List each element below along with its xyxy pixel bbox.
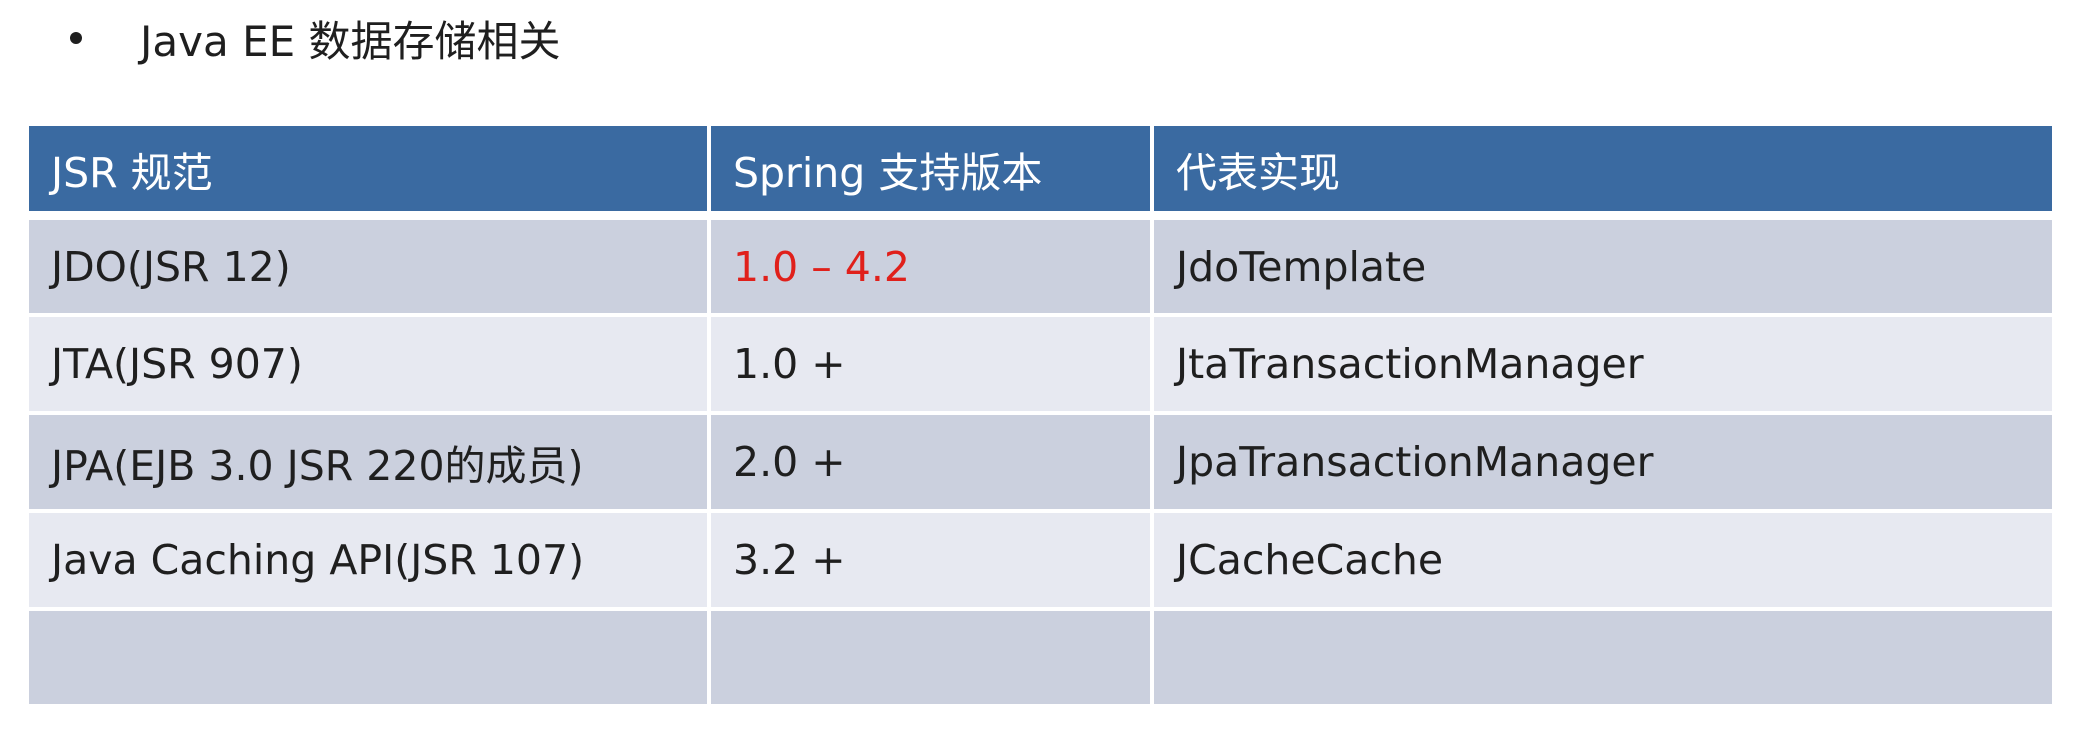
table-cell: JDO(JSR 12) <box>29 220 711 317</box>
table-cell: 3.2 + <box>711 513 1154 611</box>
table-cell-highlight: 1.0 – 4.2 <box>711 220 1154 317</box>
table-cell: 1.0 + <box>711 317 1154 415</box>
jsr-table: JSR 规范 Spring 支持版本 代表实现 JDO(JSR 12) 1.0 … <box>29 126 2052 708</box>
table-header-cell: JSR 规范 <box>29 126 711 220</box>
table-cell-empty <box>29 611 711 708</box>
bullet-heading: Java EE 数据存储相关 <box>70 8 561 68</box>
table-cell-empty <box>1154 611 2052 708</box>
table-header-cell: Spring 支持版本 <box>711 126 1154 220</box>
heading-text: Java EE 数据存储相关 <box>140 16 561 66</box>
table-cell: JCacheCache <box>1154 513 2052 611</box>
table-cell-empty <box>711 611 1154 708</box>
table-cell: JdoTemplate <box>1154 220 2052 317</box>
table-cell: Java Caching API(JSR 107) <box>29 513 711 611</box>
table-cell: JTA(JSR 907) <box>29 317 711 415</box>
table-cell: 2.0 + <box>711 415 1154 513</box>
table-header-cell: 代表实现 <box>1154 126 2052 220</box>
table-cell: JPA(EJB 3.0 JSR 220的成员) <box>29 415 711 513</box>
bullet-icon <box>70 32 82 44</box>
table-cell: JpaTransactionManager <box>1154 415 2052 513</box>
table-cell: JtaTransactionManager <box>1154 317 2052 415</box>
